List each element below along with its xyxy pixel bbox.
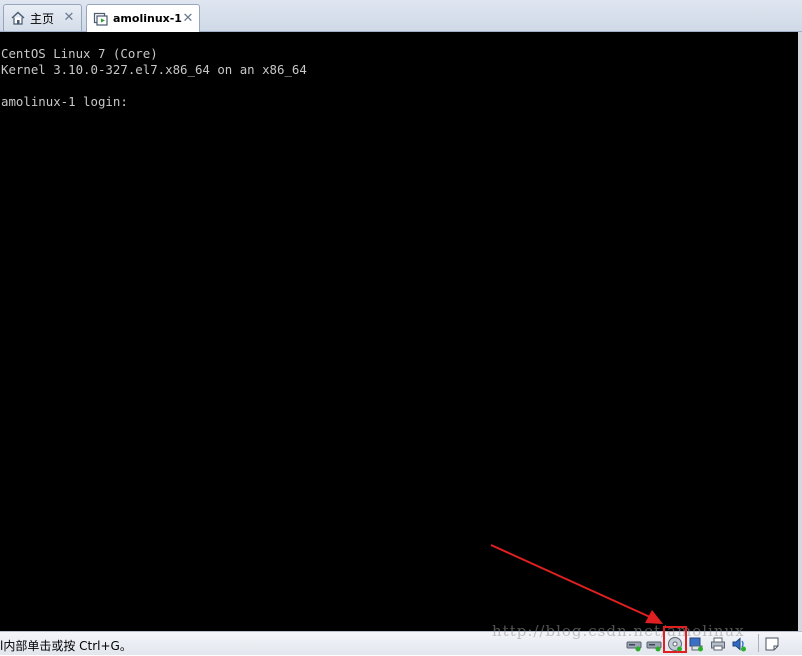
console-login-prompt: amolinux-1 login: [1, 94, 128, 109]
console-line: CentOS Linux 7 (Core) [1, 46, 158, 61]
cd-dvd-highlight-box [663, 626, 687, 653]
status-text: l内部单击或按 Ctrl+G。 [0, 639, 132, 653]
tab-bar: 主页 ✕ amolinux-1 ✕ [0, 0, 802, 32]
vm-console[interactable]: CentOS Linux 7 (Core) Kernel 3.10.0-327.… [0, 32, 802, 631]
status-separator [758, 634, 759, 652]
home-icon [10, 10, 26, 26]
tab-home[interactable]: 主页 ✕ [3, 4, 82, 31]
message-icon[interactable] [764, 636, 780, 652]
hard-disk-2-icon[interactable] [646, 636, 662, 652]
tab-vm-label: amolinux-1 [113, 12, 182, 25]
network-adapter-icon[interactable] [688, 636, 704, 652]
close-icon[interactable]: ✕ [62, 11, 76, 25]
watermark: http://blog.csdn.net/amolinux [492, 622, 745, 640]
sound-card-icon[interactable] [731, 636, 747, 652]
console-line: Kernel 3.10.0-327.el7.x86_64 on an x86_6… [1, 62, 307, 77]
tab-home-label: 主页 [30, 11, 55, 26]
hard-disk-icon[interactable] [626, 636, 642, 652]
close-icon[interactable]: ✕ [182, 11, 194, 26]
printer-icon[interactable] [710, 636, 726, 652]
vm-icon [93, 11, 109, 27]
tab-amolinux-1[interactable]: amolinux-1 ✕ [86, 4, 200, 32]
